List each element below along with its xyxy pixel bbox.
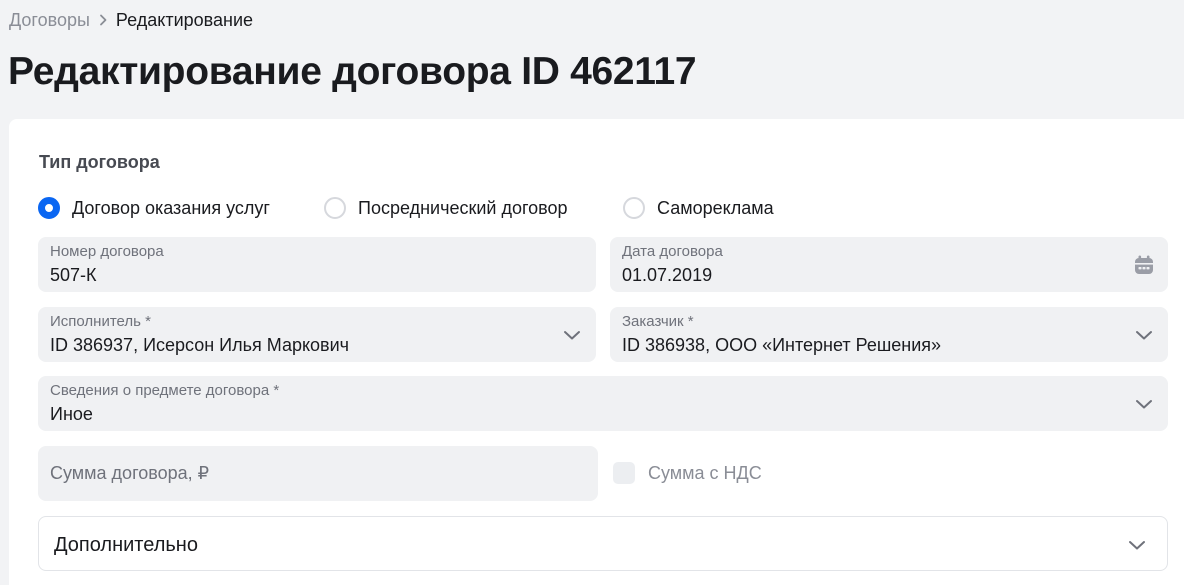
radio-self-advertising[interactable]: Самореклама	[623, 195, 774, 221]
contract-date-field[interactable]: Дата договора 01.07.2019	[610, 237, 1168, 292]
radio-label: Договор оказания услуг	[72, 197, 270, 218]
field-label: Исполнитель *	[50, 313, 151, 330]
calendar-icon[interactable]	[1132, 253, 1156, 277]
contract-type-title: Тип договора	[39, 152, 160, 172]
field-label: Номер договора	[50, 243, 164, 260]
breadcrumb-item-contracts[interactable]: Договоры	[9, 9, 90, 31]
vat-checkbox-row: Сумма с НДС	[613, 461, 762, 485]
vat-checkbox[interactable]	[613, 462, 635, 484]
contract-number-field[interactable]: Номер договора 507-К	[38, 237, 596, 292]
page-title: Редактирование договора ID 462117	[8, 50, 697, 93]
chevron-down-icon[interactable]	[1134, 394, 1154, 414]
radio-service-contract[interactable]: Договор оказания услуг	[38, 195, 270, 221]
breadcrumb-item-current: Редактирование	[115, 10, 254, 30]
accordion-title: Дополнительно	[54, 534, 198, 556]
field-label: Сведения о предмете договора *	[50, 382, 280, 399]
field-label: Дата договора	[622, 243, 723, 260]
breadcrumb: Договоры Редактирование	[9, 9, 253, 31]
executor-select[interactable]: Исполнитель * ID 386937, Исерсон Илья Ма…	[38, 307, 596, 362]
field-placeholder: Сумма договора, ₽	[50, 463, 210, 483]
field-label: Заказчик *	[622, 313, 694, 330]
radio-label: Посреднический договор	[358, 197, 568, 218]
contract-amount-input[interactable]: Сумма договора, ₽	[38, 446, 598, 501]
chevron-right-icon	[90, 14, 116, 26]
field-value: 507-К	[50, 265, 97, 285]
chevron-down-icon	[1127, 535, 1147, 555]
field-value: 01.07.2019	[622, 265, 713, 285]
radio-label: Самореклама	[657, 197, 774, 218]
contract-subject-select[interactable]: Сведения о предмете договора * Иное	[38, 376, 1168, 431]
field-value: ID 386938, ООО «Интернет Решения»	[622, 335, 942, 355]
field-value: ID 386937, Исерсон Илья Маркович	[50, 335, 350, 355]
field-value: Иное	[50, 404, 93, 424]
radio-agency-contract[interactable]: Посреднический договор	[324, 195, 568, 221]
radio-unchecked-icon	[324, 197, 346, 219]
contract-form-card: Тип договора Договор оказания услуг Поср…	[9, 119, 1184, 585]
customer-select[interactable]: Заказчик * ID 386938, ООО «Интернет Реше…	[610, 307, 1168, 362]
chevron-down-icon[interactable]	[562, 325, 582, 345]
chevron-down-icon[interactable]	[1134, 325, 1154, 345]
radio-checked-icon	[38, 197, 60, 219]
vat-checkbox-label: Сумма с НДС	[648, 462, 762, 483]
radio-unchecked-icon	[623, 197, 645, 219]
additional-accordion[interactable]: Дополнительно	[38, 516, 1168, 571]
